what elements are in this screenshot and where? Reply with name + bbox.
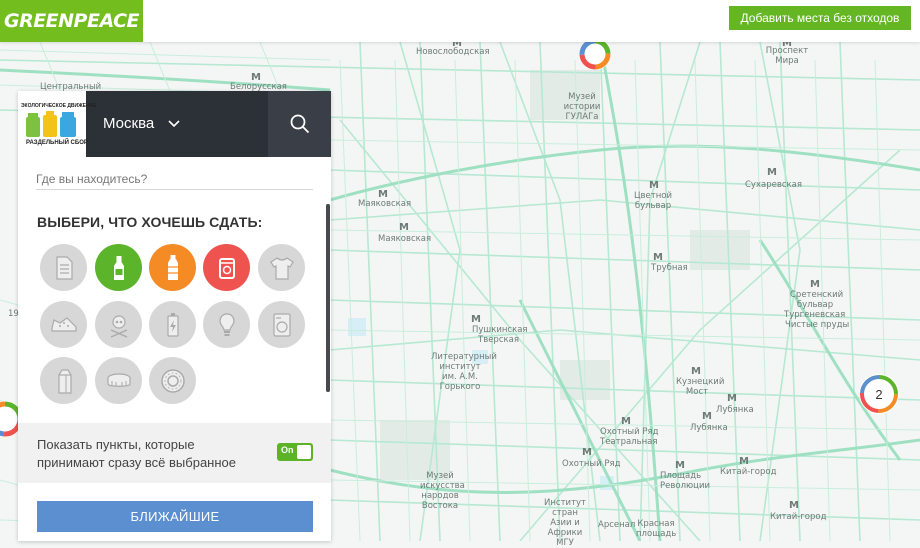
category-paper-button[interactable] <box>40 244 87 291</box>
map-label-literary-institute: Литературный институт им. А.М. Горького <box>431 352 497 392</box>
map-label-pushkinskaya: Пушкинская <box>472 325 528 335</box>
city-select[interactable]: Москва <box>103 115 154 132</box>
recycling-bins-icon <box>26 111 76 137</box>
map-label-kitay-gorod-2: Китай-город <box>770 512 827 522</box>
map-label-kuznetsky-most: Кузнецкий Мост <box>676 377 725 397</box>
tire-icon <box>160 368 185 393</box>
location-input[interactable] <box>36 170 313 190</box>
map-label-gulag-museum: Музей истории ГУЛАГа <box>563 92 601 122</box>
category-shoes-button[interactable] <box>40 301 87 348</box>
match-all-label-line1: Показать пункты, которые <box>37 437 195 452</box>
map-label-lubyanka-1: Лубянка <box>716 405 754 415</box>
metro-icon: M <box>739 456 749 467</box>
lightbulb-icon <box>218 312 235 336</box>
category-lamps-button[interactable] <box>203 301 250 348</box>
map-label-tverskaya: Тверская <box>478 335 519 345</box>
metro-icon: M <box>675 460 685 471</box>
match-all-label: Показать пункты, которые принимают сразу… <box>37 436 236 472</box>
add-zero-waste-place-button[interactable]: Добавить места без отходов <box>729 6 911 30</box>
map-label-red-square: Красная площадь <box>636 519 677 539</box>
category-tetrapak-button[interactable] <box>40 357 87 404</box>
map-label-tsvetnoy-bulvar: Цветной бульвар <box>633 191 673 211</box>
metro-icon: M <box>653 252 663 263</box>
chevron-down-icon[interactable] <box>168 119 180 129</box>
category-clothes-button[interactable] <box>258 244 305 291</box>
map-label-sretensky-bulvar: Сретенский бульвар <box>790 290 844 310</box>
map-label-mayakovskaya-2: Маяковская <box>378 234 432 244</box>
choose-waste-title: ВЫБЕРИ, ЧТО ХОЧЕШЬ СДАТЬ: <box>37 214 263 230</box>
scrollbar-thumb[interactable] <box>326 204 330 392</box>
metro-icon: M <box>727 393 737 404</box>
category-tires-button[interactable] <box>149 357 196 404</box>
logo-text: GREENPEACE <box>3 10 140 32</box>
metro-icon: M <box>621 416 631 427</box>
category-metal-button[interactable] <box>203 244 250 291</box>
metro-icon: M <box>691 366 701 377</box>
metro-icon: M <box>251 72 261 83</box>
category-hazardous-button[interactable] <box>95 301 142 348</box>
map-label-arsenal: Арсенал <box>598 520 636 530</box>
map-label-museum-oriental-art: Музей искусства народов Востока <box>420 471 465 511</box>
metro-icon: M <box>471 314 481 325</box>
search-button[interactable] <box>268 91 331 157</box>
map-label-chistye-prudy: Чистые пруды <box>785 320 850 330</box>
map-label-kitay-gorod-1: Китай-город <box>720 467 777 477</box>
metro-icon: M <box>789 500 799 511</box>
category-plastic-button[interactable] <box>149 244 196 291</box>
metro-icon: M <box>582 447 592 458</box>
panel-header: ЭКОЛОГИЧЕСКОЕ ДВИЖЕНИЕ РАЗДЕЛЬНЫЙ СБОР М… <box>18 91 331 157</box>
metro-icon: M <box>810 279 820 290</box>
category-glass-button[interactable] <box>95 244 142 291</box>
toggle-state-label: On <box>281 445 294 455</box>
metro-icon: M <box>378 189 388 200</box>
category-lids-button[interactable] <box>95 357 142 404</box>
category-batteries-button[interactable] <box>149 301 196 348</box>
paper-icon <box>55 255 73 280</box>
tshirt-icon <box>269 256 294 280</box>
map-label-lubyanka-2: Лубянка <box>690 423 728 433</box>
tin-can-icon <box>218 257 235 279</box>
panel-scrollbar[interactable] <box>326 204 330 392</box>
nearest-button[interactable]: БЛИЖАЙШИЕ <box>37 501 313 532</box>
match-all-label-line2: принимают сразу всё выбранное <box>37 455 236 470</box>
map-label-teatralnaya: Театральная <box>600 437 658 447</box>
map-label-turgenevskaya: Тургеневская <box>784 310 846 320</box>
metro-icon: M <box>399 222 409 233</box>
top-header: GREENPEACE Добавить места без отходов <box>0 0 920 42</box>
toggle-knob <box>297 445 311 459</box>
plastic-bottle-icon <box>167 254 178 280</box>
battery-icon <box>166 312 179 337</box>
match-all-toggle[interactable]: On <box>277 443 313 461</box>
shoe-icon <box>50 316 77 332</box>
filter-panel: ЭКОЛОГИЧЕСКОЕ ДВИЖЕНИЕ РАЗДЕЛЬНЫЙ СБОР М… <box>18 91 331 541</box>
greenpeace-logo[interactable]: GREENPEACE <box>0 0 143 42</box>
washing-machine-icon <box>272 312 291 337</box>
cluster-count: 2 <box>875 386 883 402</box>
map-label-ploshchad-revolyutsii: Площадь Революции <box>660 471 710 491</box>
category-appliances-button[interactable] <box>258 301 305 348</box>
metro-icon: M <box>649 180 659 191</box>
map-label-prospekt-mira: Проспект Мира <box>765 46 809 66</box>
separate-collection-logo[interactable]: ЭКОЛОГИЧЕСКОЕ ДВИЖЕНИЕ РАЗДЕЛЬНЫЙ СБОР <box>18 91 96 157</box>
map-label-mayakovskaya-1: Маяковская <box>358 199 412 209</box>
map-label-sukharevskaya: Сухаревская <box>745 180 802 190</box>
map-label-okhotny-ryad-1: Охотный Ряд <box>600 427 659 437</box>
map-label-trubnaya: Трубная <box>651 263 688 273</box>
metro-icon: M <box>702 411 712 422</box>
logo-caption-bottom: РАЗДЕЛЬНЫЙ СБОР <box>26 140 88 146</box>
skull-icon <box>110 314 127 338</box>
search-icon <box>290 114 309 134</box>
milk-carton-icon <box>57 368 72 394</box>
glass-bottle-icon <box>113 255 124 280</box>
map-label-okhotny-ryad-2: Охотный Ряд <box>562 459 621 469</box>
map-cluster-marker-2[interactable]: 2 <box>856 371 902 417</box>
metro-icon: M <box>767 167 777 178</box>
match-all-toggle-row: Показать пункты, которые принимают сразу… <box>18 423 331 483</box>
bottle-cap-icon <box>106 372 131 387</box>
